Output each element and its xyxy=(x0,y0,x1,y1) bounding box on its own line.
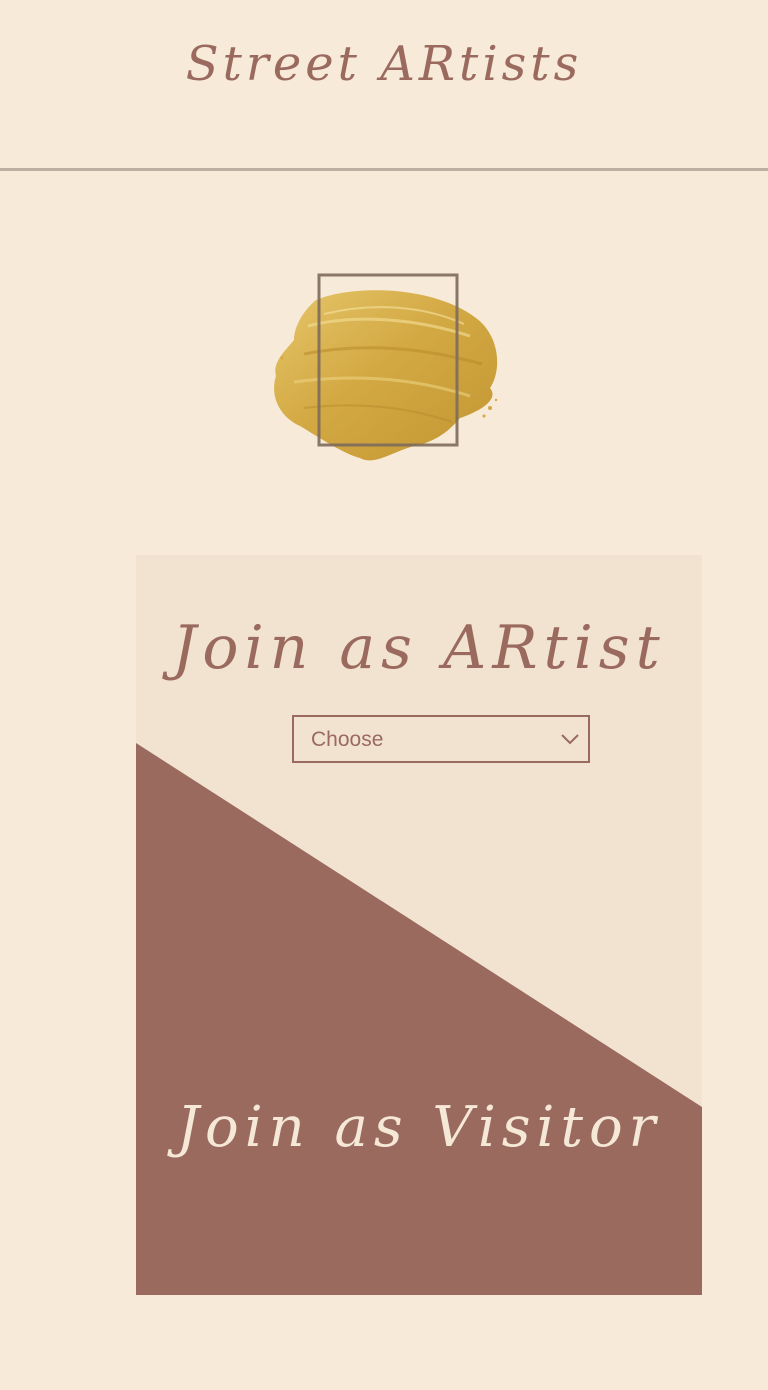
artist-type-select[interactable]: Choose xyxy=(292,715,590,763)
site-title[interactable]: Street ARtists xyxy=(0,36,768,92)
join-artist-title[interactable]: Join as ARtist xyxy=(136,613,702,683)
brush-logo[interactable] xyxy=(264,266,512,470)
gold-brush-stroke-icon xyxy=(274,273,498,461)
chevron-down-icon xyxy=(561,734,579,745)
site-header: Street ARtists xyxy=(0,0,768,171)
join-card: Join as ARtist Choose Join as Visitor xyxy=(136,555,702,1295)
artist-type-select-value: Choose xyxy=(311,728,384,751)
page: Street ARtists Join as ARtist Choose Joi… xyxy=(0,0,768,1390)
join-visitor-link[interactable]: Join as Visitor xyxy=(136,1085,702,1185)
join-visitor-title: Join as Visitor xyxy=(176,1095,662,1160)
